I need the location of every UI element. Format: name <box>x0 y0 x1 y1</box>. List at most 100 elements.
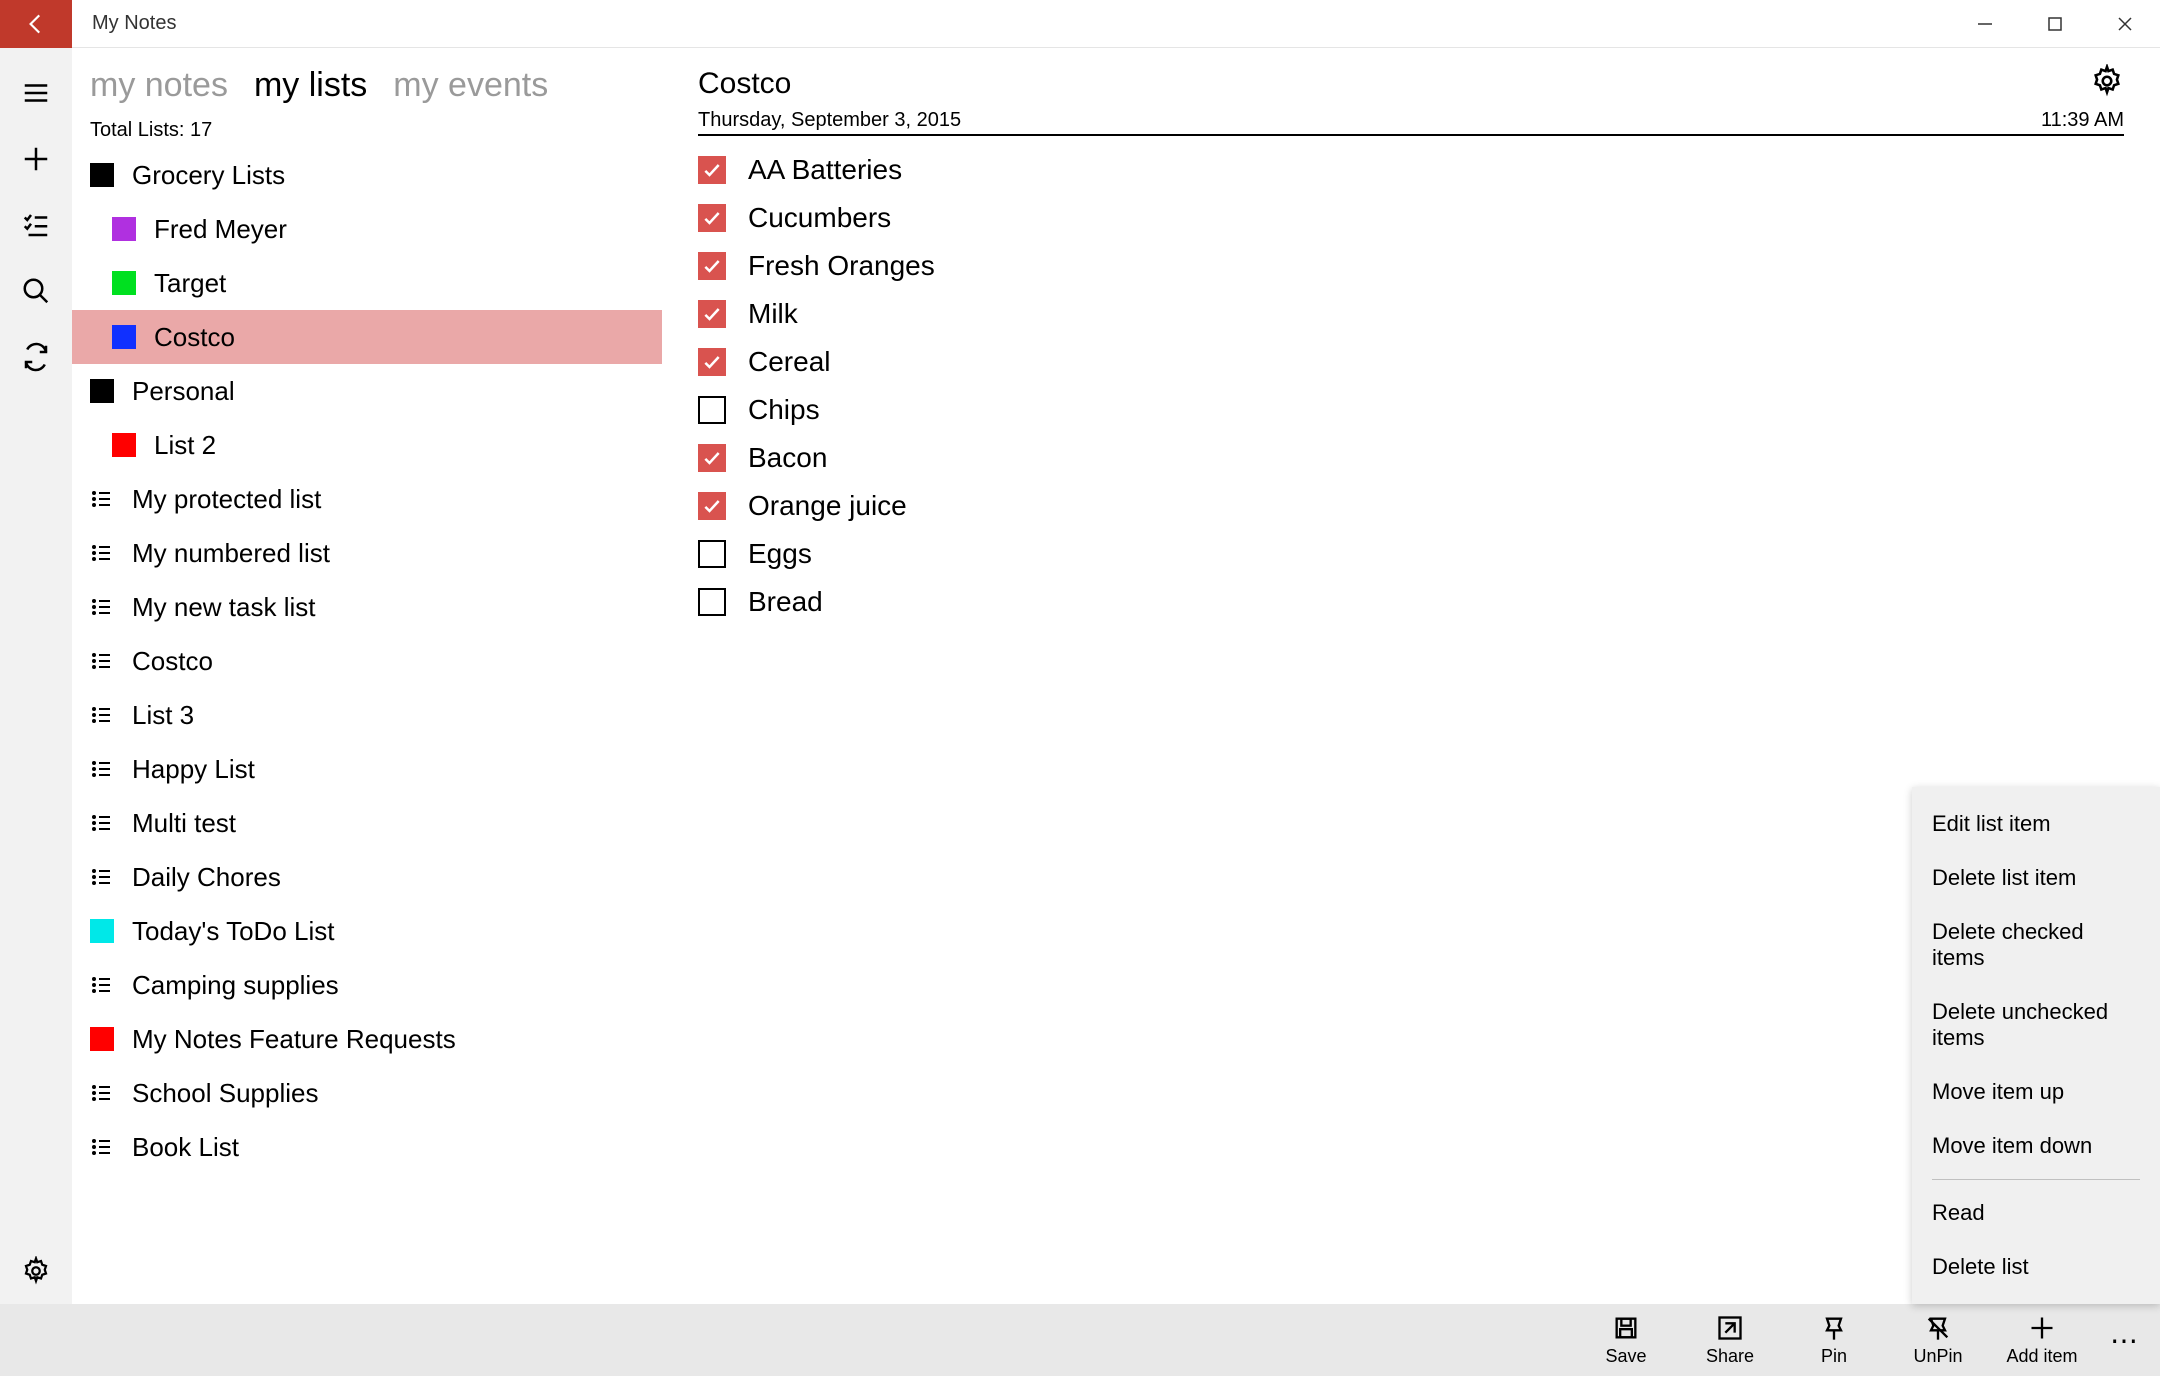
sidebar-item[interactable]: Personal <box>72 364 662 418</box>
checklist-item-label: Orange juice <box>748 490 907 522</box>
sidebar-item[interactable]: Fred Meyer <box>72 202 662 256</box>
context-menu-item[interactable]: Move item down <box>1912 1119 2160 1173</box>
color-swatch <box>90 163 114 187</box>
settings-button[interactable] <box>0 1238 72 1304</box>
tab-notes[interactable]: my notes <box>90 66 228 105</box>
checkbox[interactable] <box>698 588 726 616</box>
save-button[interactable]: Save <box>1574 1304 1678 1376</box>
list-icon <box>90 757 114 781</box>
window-controls <box>1950 0 2160 48</box>
sidebar-item-label: Costco <box>154 322 235 353</box>
checkbox[interactable] <box>698 300 726 328</box>
checklist-row[interactable]: Milk <box>698 290 2124 338</box>
sidebar-item[interactable]: Grocery Lists <box>72 148 662 202</box>
maximize-button[interactable] <box>2020 0 2090 48</box>
checkbox[interactable] <box>698 252 726 280</box>
pin-label: Pin <box>1821 1346 1847 1367</box>
unpin-button[interactable]: UnPin <box>1886 1304 1990 1376</box>
checklist-item-label: Bacon <box>748 442 827 474</box>
view-tabs: my notes my lists my events <box>72 48 662 111</box>
checkbox[interactable] <box>698 540 726 568</box>
sidebar-item[interactable]: Daily Chores <box>72 850 662 904</box>
context-menu-item[interactable]: Move item up <box>1912 1065 2160 1119</box>
checklist-row[interactable]: Bacon <box>698 434 2124 482</box>
checklist-row[interactable]: Cereal <box>698 338 2124 386</box>
sidebar-item-label: Fred Meyer <box>154 214 287 245</box>
sidebar-item-label: Today's ToDo List <box>132 916 334 947</box>
checklist-row[interactable]: Bread <box>698 578 2124 626</box>
sidebar-item-label: Daily Chores <box>132 862 281 893</box>
add-item-button[interactable]: Add item <box>1990 1304 2094 1376</box>
context-menu-item[interactable]: Read <box>1912 1186 2160 1240</box>
search-button[interactable] <box>0 258 72 324</box>
checklist-item-label: Milk <box>748 298 798 330</box>
sidebar-item[interactable]: My numbered list <box>72 526 662 580</box>
context-menu-item[interactable]: Delete list item <box>1912 851 2160 905</box>
sidebar-item-label: Target <box>154 268 226 299</box>
sidebar-item[interactable]: Multi test <box>72 796 662 850</box>
sync-button[interactable] <box>0 324 72 390</box>
checklist-item-label: Fresh Oranges <box>748 250 935 282</box>
checklist-row[interactable]: Cucumbers <box>698 194 2124 242</box>
checklist-row[interactable]: Fresh Oranges <box>698 242 2124 290</box>
back-button[interactable] <box>0 0 72 48</box>
checklist: AA BatteriesCucumbers Fresh Oranges Milk Ce… <box>698 146 2124 626</box>
pin-button[interactable]: Pin <box>1782 1304 1886 1376</box>
checkbox[interactable] <box>698 348 726 376</box>
total-lists-label: Total Lists: 17 <box>72 111 662 148</box>
sidebar-item-label: My Notes Feature Requests <box>132 1024 456 1055</box>
checklist-row[interactable]: AA Batteries <box>698 146 2124 194</box>
context-menu: Edit list itemDelete list itemDelete che… <box>1912 787 2160 1304</box>
tab-lists[interactable]: my lists <box>254 66 367 105</box>
sidebar-item[interactable]: My protected list <box>72 472 662 526</box>
list-icon <box>90 541 114 565</box>
checklist-row[interactable]: Eggs <box>698 530 2124 578</box>
sidebar-item[interactable]: Target <box>72 256 662 310</box>
share-label: Share <box>1706 1346 1754 1367</box>
context-menu-item[interactable]: Edit list item <box>1912 797 2160 851</box>
minimize-button[interactable] <box>1950 0 2020 48</box>
checkbox[interactable] <box>698 204 726 232</box>
tab-events[interactable]: my events <box>393 66 548 105</box>
sidebar-item[interactable]: Costco <box>72 634 662 688</box>
sidebar-item[interactable]: Happy List <box>72 742 662 796</box>
share-button[interactable]: Share <box>1678 1304 1782 1376</box>
context-menu-item[interactable]: Delete checked items <box>1912 905 2160 985</box>
sidebar-item-label: Personal <box>132 376 235 407</box>
sidebar-item[interactable]: List 2 <box>72 418 662 472</box>
sidebar-item[interactable]: Camping supplies <box>72 958 662 1012</box>
command-bar: Save Share Pin UnPin Add item ⋯ <box>0 1304 2160 1376</box>
context-menu-item[interactable]: Delete list <box>1912 1240 2160 1294</box>
sidebar-item-label: Camping supplies <box>132 970 339 1001</box>
context-menu-item[interactable]: Delete unchecked items <box>1912 985 2160 1065</box>
content-pane: Costco Thursday, September 3, 2015 11:39… <box>662 48 2160 1304</box>
color-swatch <box>90 1027 114 1051</box>
sidebar-item[interactable]: Costco <box>72 310 662 364</box>
sidebar-item[interactable]: My new task list <box>72 580 662 634</box>
checklist-item-label: Cereal <box>748 346 830 378</box>
close-button[interactable] <box>2090 0 2160 48</box>
title-bar: My Notes <box>0 0 2160 48</box>
sidebar-item[interactable]: List 3 <box>72 688 662 742</box>
sidebar: my notes my lists my events Total Lists:… <box>72 48 662 1304</box>
list-tree: Grocery Lists Fred Meyer Target Costco Perso… <box>72 148 662 1174</box>
sidebar-item[interactable]: Book List <box>72 1120 662 1174</box>
more-button[interactable]: ⋯ <box>2094 1324 2154 1357</box>
hamburger-button[interactable] <box>0 60 72 126</box>
add-button[interactable] <box>0 126 72 192</box>
sidebar-item-label: Multi test <box>132 808 236 839</box>
checklist-row[interactable]: Chips <box>698 386 2124 434</box>
checkbox[interactable] <box>698 444 726 472</box>
list-date: Thursday, September 3, 2015 <box>698 109 961 132</box>
sidebar-item-label: Costco <box>132 646 213 677</box>
sidebar-item[interactable]: My Notes Feature Requests <box>72 1012 662 1066</box>
checklist-icon[interactable] <box>0 192 72 258</box>
sidebar-item[interactable]: School Supplies <box>72 1066 662 1120</box>
checkbox[interactable] <box>698 156 726 184</box>
unpin-label: UnPin <box>1913 1346 1962 1367</box>
checkbox[interactable] <box>698 492 726 520</box>
checklist-row[interactable]: Orange juice <box>698 482 2124 530</box>
checkbox[interactable] <box>698 396 726 424</box>
list-settings-button[interactable] <box>2090 64 2124 103</box>
sidebar-item[interactable]: Today's ToDo List <box>72 904 662 958</box>
